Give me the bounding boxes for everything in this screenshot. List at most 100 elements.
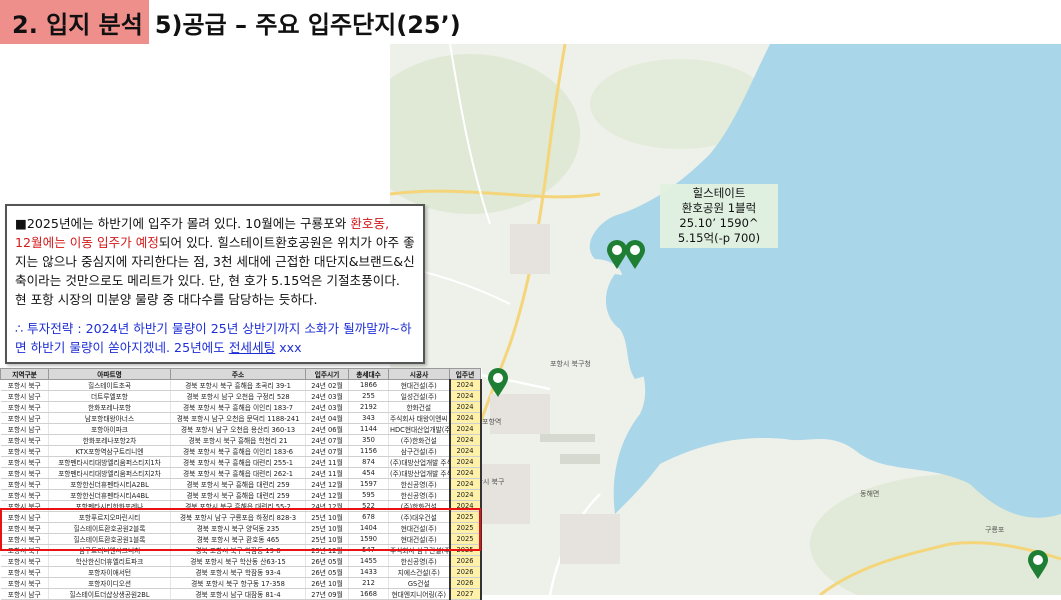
table-cell: 1144	[348, 423, 389, 435]
table-cell: 포항시 북구	[0, 544, 49, 556]
location-pin-icon[interactable]	[624, 240, 646, 270]
map-callout: 힐스테이트 환호공원 1블럭 25.10’ 1590^ 5.15억(-p 700…	[660, 184, 778, 248]
table-cell: 포항시 북구	[0, 478, 49, 490]
column-header[interactable]: 입주시기	[305, 368, 349, 380]
investment-strategy: ∴ 투자전략 : 2024년 하반기 물량이 25년 상반기까지 소화가 될까말…	[15, 321, 412, 355]
table-cell: 주식회사 태왕이앤씨	[388, 412, 450, 424]
table-cell: 24년 03월	[305, 390, 349, 402]
table-cell: 주식회사 삼구건설(주)	[388, 544, 450, 556]
column-header[interactable]: 총세대수	[348, 368, 389, 380]
table-cell: 한화포레나포항	[48, 401, 171, 413]
table-cell: 2024	[448, 467, 482, 479]
table-row[interactable]: 포항시 북구 포항펜타시티한화포레나 경북 포항시 북구 흥해읍 대련리 55-2 2…	[0, 500, 482, 512]
column-header[interactable]: 아파트명	[48, 368, 171, 380]
table-cell: 포항시 북구	[0, 555, 49, 567]
table-cell: 현대건설(주)	[388, 522, 450, 534]
table-cell: 2027	[448, 588, 482, 600]
section-title: 2. 입지 분석	[0, 0, 149, 44]
table-cell: 한신공영(주)	[388, 489, 450, 501]
table-cell: 2026	[448, 577, 482, 589]
table-cell: 포항펜타시티대방엘리움퍼스티지2차	[48, 467, 171, 479]
column-header[interactable]: 주소	[170, 368, 306, 380]
supply-table: 지역구분 아파트명 주소 입주시기 총세대수 시공사 입주년 포항시 북구 힐스테…	[0, 368, 482, 600]
table-cell: 24년 07월	[305, 434, 349, 446]
table-cell: 2024	[448, 456, 482, 468]
table-cell: KTX포항역삼구트리니엔	[48, 445, 171, 457]
table-cell: 포항한신더휴펜타시티A2BL	[48, 478, 171, 490]
location-pin-icon[interactable]	[1027, 550, 1049, 580]
table-cell: 남포항태왕아너스	[48, 412, 171, 424]
table-row[interactable]: 포항시 북구 한화포레나포항 경북 포항시 북구 흥해읍 이인리 183-7 24년 …	[0, 401, 482, 413]
table-cell: 2024	[448, 412, 482, 424]
table-cell: 27년 09월	[305, 588, 349, 600]
table-row[interactable]: 포항시 북구 포항펜타시티대방엘리움퍼스티지1차 경북 포항시 북구 흥해읍 대련리…	[0, 456, 482, 468]
table-cell: 한신공영(주)	[388, 555, 450, 567]
table-cell: 포항시 북구	[0, 522, 49, 534]
table-cell: 2025	[448, 544, 482, 556]
table-row[interactable]: 포항시 남구 포항아이파크 경북 포항시 남구 오천읍 용산리 360-13 24년 …	[0, 423, 482, 435]
table-cell: 1866	[348, 379, 389, 391]
table-row[interactable]: 포항시 남구 포항푸르지오마린시티 경북 포항시 남구 구룡포읍 하정리 828-3…	[0, 511, 482, 523]
table-cell: 874	[348, 456, 389, 468]
table-cell: 24년 07월	[305, 445, 349, 457]
table-cell: 경북 포항시 남구 오천읍 문덕리 1188-241	[170, 412, 306, 424]
table-cell: 포항시 북구	[0, 434, 49, 446]
table-cell: 포항시 북구	[0, 500, 49, 512]
table-cell: (주)대방산업개발 주식회	[388, 467, 450, 479]
table-row[interactable]: 포항시 남구 힐스테이트더샵상생공원2BL 경북 포항시 남구 대잠동 81-4 27…	[0, 588, 482, 600]
table-row[interactable]: 포항시 북구 포항자이디오션 경북 포항시 북구 항구동 17-358 26년 10월…	[0, 577, 482, 589]
table-cell: 포항시 남구	[0, 423, 49, 435]
table-row[interactable]: 포항시 남구 더트루엘포항 경북 포항시 남구 오천읍 구정리 528 24년 03월…	[0, 390, 482, 402]
table-cell: 1404	[348, 522, 389, 534]
table-cell: 24년 03월	[305, 401, 349, 413]
table-row[interactable]: 포항시 북구 KTX포항역삼구트리니엔 경북 포항시 북구 흥해읍 이인리 183-…	[0, 445, 482, 457]
table-row[interactable]: 포항시 북구 힐스테이트초곡 경북 포항시 북구 흥해읍 초곡리 39-1 24년 0…	[0, 379, 482, 391]
section-subtitle: 5)공급 – 주요 입주단지(25’)	[154, 10, 461, 39]
table-cell: 경북 포항시 북구 흥해읍 대련리 259	[170, 489, 306, 501]
table-row[interactable]: 포항시 북구 힐스테이트환호공원1블록 경북 포항시 북구 환호동 465 25년 1…	[0, 533, 482, 545]
table-cell: 24년 11월	[305, 456, 349, 468]
table-cell: 1597	[348, 478, 389, 490]
table-cell: 678	[348, 511, 389, 523]
table-cell: GS건설	[388, 577, 450, 589]
table-cell: 포항시 북구	[0, 379, 49, 391]
table-row[interactable]: 포항시 북구 학산한신더휴엘리트파크 경북 포항시 북구 학산동 산63-15 26년…	[0, 555, 482, 567]
column-header[interactable]: 지역구분	[0, 368, 49, 380]
table-row[interactable]: 포항시 북구 한화포레나포항2차 경북 포항시 북구 흥해읍 학천리 21 24년 0…	[0, 434, 482, 446]
table-cell: 경북 포항시 북구 학잠동 93-4	[170, 566, 306, 578]
table-row[interactable]: 포항시 북구 포항펜타시티대방엘리움퍼스티지2차 경북 포항시 북구 흥해읍 대련리…	[0, 467, 482, 479]
column-header[interactable]: 시공사	[388, 368, 450, 380]
map-panel[interactable]: 포항역 포항시 북구청 포항시 북구 구룡포 동해면	[390, 44, 1061, 595]
table-cell: 포항아이파크	[48, 423, 171, 435]
map-label-bukgu: 포항시 북구청	[550, 359, 591, 368]
table-cell: 더트루엘포항	[48, 390, 171, 402]
table-cell: 24년 06월	[305, 423, 349, 435]
table-row[interactable]: 포항시 북구 포항자이애서턴 경북 포항시 북구 학잠동 93-4 26년 05월 14…	[0, 566, 482, 578]
table-cell: 2025	[448, 533, 482, 545]
table-row[interactable]: 포항시 북구 삼구트리니엔시그니처 경북 포항시 북구 학잠동 19-8 25년 12…	[0, 544, 482, 556]
location-pin-icon[interactable]	[487, 368, 509, 398]
table-cell: 포항시 남구	[0, 390, 49, 402]
table-row[interactable]: 포항시 남구 남포항태왕아너스 경북 포항시 남구 오천읍 문덕리 1188-241…	[0, 412, 482, 424]
column-header[interactable]: 입주년	[449, 368, 481, 380]
table-row[interactable]: 포항시 북구 포항한신더휴펜타시티A4BL 경북 포항시 북구 흥해읍 대련리 25…	[0, 489, 482, 501]
table-cell: 포항자이디오션	[48, 577, 171, 589]
table-row[interactable]: 포항시 북구 포항한신더휴펜타시티A2BL 경북 포항시 북구 흥해읍 대련리 25…	[0, 478, 482, 490]
table-cell: 26년 05월	[305, 555, 349, 567]
table-body: 포항시 북구 힐스테이트초곡 경북 포항시 북구 흥해읍 초곡리 39-1 24년 0…	[0, 379, 482, 600]
table-cell: 포항시 북구	[0, 445, 49, 457]
table-cell: 포항시 남구	[0, 412, 49, 424]
page-title: 2. 입지 분석 5)공급 – 주요 입주단지(25’)	[0, 0, 461, 44]
table-cell: 경북 포항시 북구 흥해읍 이인리 183-7	[170, 401, 306, 413]
table-cell: 포항시 북구	[0, 566, 49, 578]
table-cell: 24년 02월	[305, 379, 349, 391]
callout-line: 환호공원 1블럭	[681, 201, 757, 215]
table-cell: 현대건설(주)	[388, 533, 450, 545]
table-cell: 2025	[448, 522, 482, 534]
table-cell: 경북 포항시 북구 흥해읍 학천리 21	[170, 434, 306, 446]
callout-line: 25.10’ 1590^	[679, 216, 759, 230]
table-cell: 포항한신더휴펜타시티A4BL	[48, 489, 171, 501]
table-cell: 포항펜타시티대방엘리움퍼스티지1차	[48, 456, 171, 468]
table-row[interactable]: 포항시 북구 힐스테이트환호공원2블록 경북 포항시 북구 양덕동 235 25년 1…	[0, 522, 482, 534]
map-label-donghae: 동해면	[860, 489, 879, 498]
